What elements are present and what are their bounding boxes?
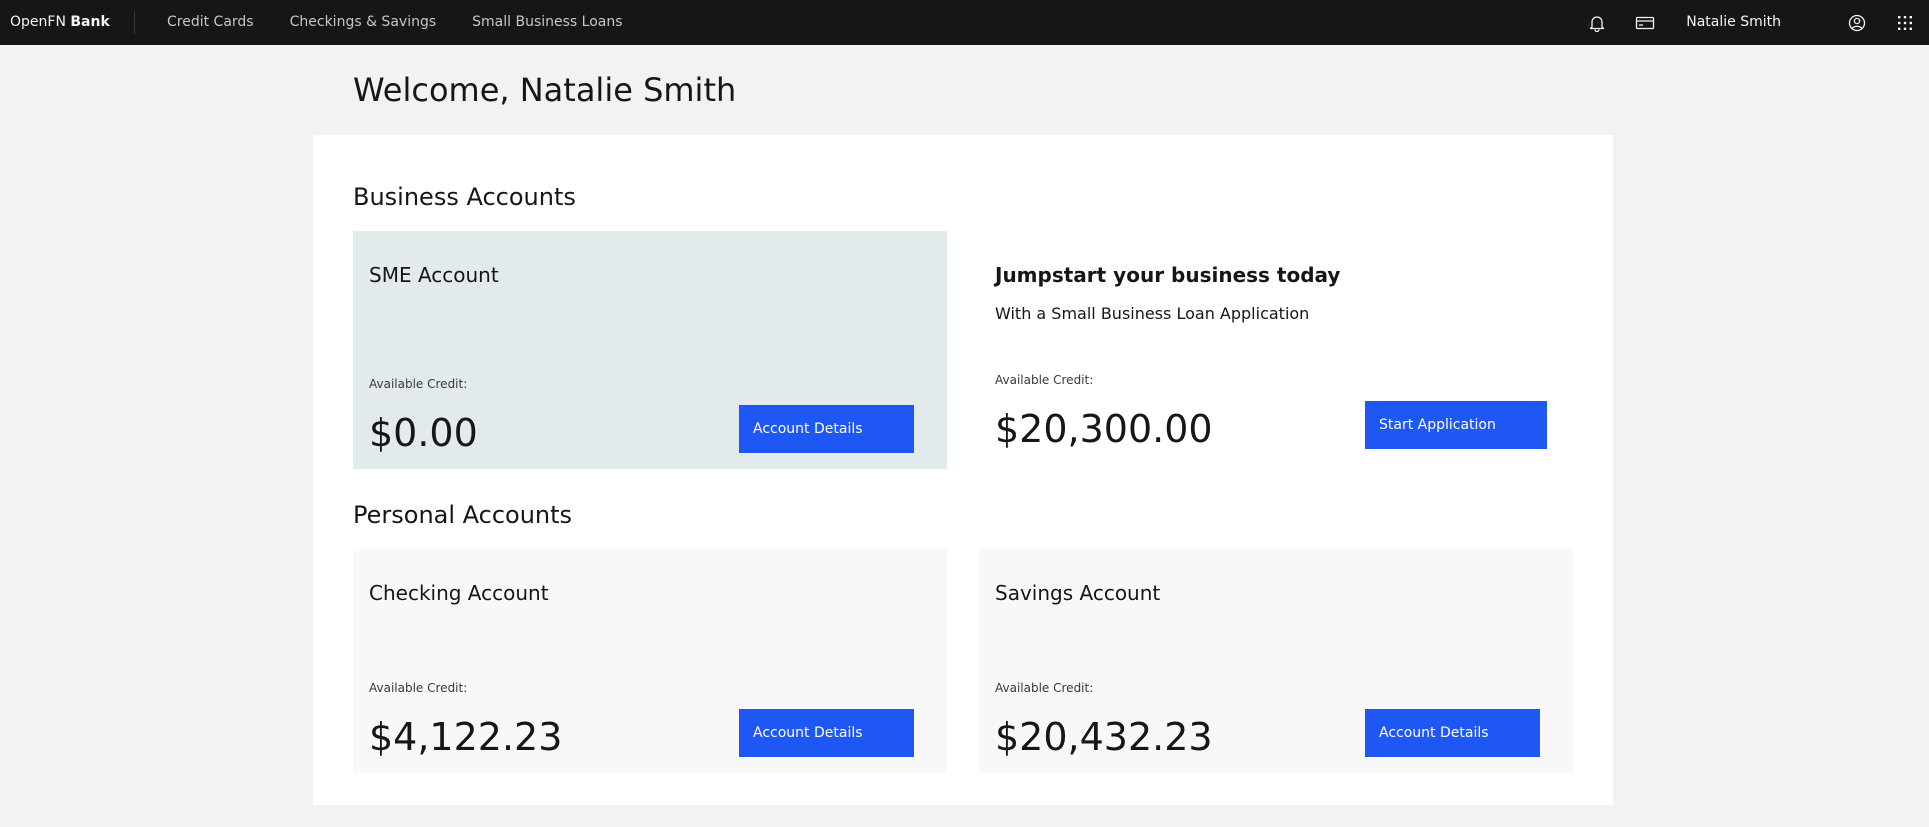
header-actions: Natalie Smith (1573, 0, 1929, 45)
checking-account-details-button[interactable]: Account Details (739, 709, 914, 757)
page-title: Welcome, Natalie Smith (353, 71, 737, 109)
accounts-panel: Business Accounts SME Account Available … (313, 135, 1613, 805)
savings-account-card: Savings Account Available Credit: $20,43… (979, 549, 1573, 773)
sme-account-card: SME Account Available Credit: $0.00 Acco… (353, 231, 947, 469)
savings-available-credit-amount: $20,432.23 (995, 715, 1213, 759)
brand-prefix: OpenFN (10, 14, 66, 30)
brand-logo[interactable]: OpenFN Bank (0, 0, 134, 45)
promo-available-credit-label: Available Credit: (995, 373, 1094, 387)
nav-item-credit-cards[interactable]: Credit Cards (135, 0, 272, 45)
checking-available-credit-amount: $4,122.23 (369, 715, 563, 759)
start-application-button[interactable]: Start Application (1365, 401, 1547, 449)
checking-account-card: Checking Account Available Credit: $4,12… (353, 549, 947, 773)
promo-subheading: With a Small Business Loan Application (995, 304, 1310, 323)
savings-available-credit-label: Available Credit: (995, 681, 1094, 695)
user-avatar-icon[interactable] (1833, 0, 1881, 45)
sme-account-details-button[interactable]: Account Details (739, 405, 914, 453)
sme-available-credit-amount: $0.00 (369, 411, 478, 455)
nav-item-checkings-savings[interactable]: Checkings & Savings (272, 0, 455, 45)
brand-strong: Bank (70, 14, 110, 30)
personal-accounts-heading: Personal Accounts (353, 501, 573, 529)
loan-promo-card: Jumpstart your business today With a Sma… (979, 231, 1573, 469)
credit-card-icon[interactable] (1621, 0, 1669, 45)
top-navigation-bar: OpenFN Bank Credit Cards Checkings & Sav… (0, 0, 1929, 45)
checking-account-title: Checking Account (369, 581, 549, 605)
business-accounts-heading: Business Accounts (353, 183, 576, 211)
app-switcher-icon[interactable] (1881, 0, 1929, 45)
promo-available-credit-amount: $20,300.00 (995, 407, 1213, 451)
savings-account-details-button[interactable]: Account Details (1365, 709, 1540, 757)
promo-heading: Jumpstart your business today (995, 263, 1341, 287)
sme-account-title: SME Account (369, 263, 499, 287)
checking-available-credit-label: Available Credit: (369, 681, 468, 695)
bell-icon[interactable] (1573, 0, 1621, 45)
nav-item-small-business-loans[interactable]: Small Business Loans (454, 0, 640, 45)
user-name[interactable]: Natalie Smith (1669, 0, 1833, 45)
sme-available-credit-label: Available Credit: (369, 377, 468, 391)
savings-account-title: Savings Account (995, 581, 1161, 605)
main-nav: Credit Cards Checkings & Savings Small B… (135, 0, 641, 45)
